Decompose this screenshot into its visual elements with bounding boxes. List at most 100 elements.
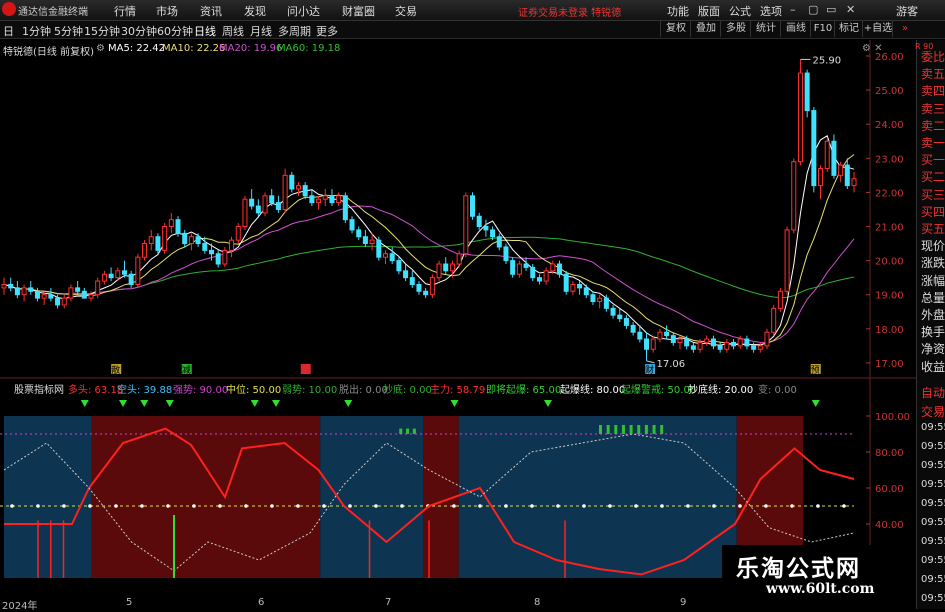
indicator-label-1: 多头: 63.18 xyxy=(68,385,124,396)
mid-dot xyxy=(218,504,222,508)
candle-body xyxy=(557,263,563,275)
panel-lower-item-10: 09:55 xyxy=(921,555,945,566)
price-tick-label: 22.00 xyxy=(875,188,904,199)
indicator-label-10: 起爆线: 80.00 xyxy=(560,385,626,396)
indicator-zone xyxy=(4,416,92,578)
candle-body xyxy=(275,202,281,210)
candle-body xyxy=(818,168,824,187)
price-tick-label: 26.00 xyxy=(875,52,904,63)
candle-body xyxy=(744,338,750,347)
candle-body xyxy=(443,263,449,272)
panel-item-1[interactable]: 委比 xyxy=(921,48,945,65)
candle-body xyxy=(342,195,348,221)
mid-dot xyxy=(270,504,274,508)
indicator-tick-label: 80.00 xyxy=(875,448,904,459)
panel-lower-item-11: 09:55 xyxy=(921,574,945,585)
ma10-line xyxy=(3,154,855,346)
price-tick-label: 19.00 xyxy=(875,291,904,302)
candle-body xyxy=(302,185,308,197)
candle-body xyxy=(516,263,522,275)
candle-body xyxy=(550,263,556,272)
candle-body xyxy=(41,294,47,299)
mid-dot xyxy=(88,504,92,508)
breakout-bar xyxy=(614,425,618,434)
candle-body xyxy=(121,270,127,275)
panel-lower-item-6: 09:55 xyxy=(921,479,945,490)
panel-item-8[interactable]: 买二 xyxy=(921,168,945,185)
panel-item-12[interactable]: 现价 xyxy=(921,237,945,254)
price-tick-label: 17.00 xyxy=(875,359,904,370)
panel-item-10[interactable]: 买四 xyxy=(921,203,945,220)
price-tick-label: 25.00 xyxy=(875,86,904,97)
candle-body xyxy=(382,253,389,258)
indicator-title[interactable]: 股票指标网 xyxy=(14,381,64,396)
mid-dot xyxy=(686,504,690,508)
event-marker-label: 财 xyxy=(645,364,654,376)
panel-item-19[interactable]: 收益 xyxy=(921,358,945,375)
panel-lower-item-3: 09:55 xyxy=(921,422,945,433)
breakout-bar xyxy=(412,428,416,434)
arrow-down-icon xyxy=(344,400,353,407)
panel-item-17[interactable]: 换手 xyxy=(921,323,945,340)
candle-body xyxy=(577,283,583,289)
candle-body xyxy=(530,266,536,279)
event-marker-icon xyxy=(300,364,311,374)
breakout-bar xyxy=(606,425,610,434)
candle-body xyxy=(14,287,20,296)
date-label: 5 xyxy=(126,597,133,608)
candle-body xyxy=(222,249,228,265)
breakout-bar xyxy=(399,428,403,434)
candle-body xyxy=(737,338,743,347)
panel-item-9[interactable]: 买三 xyxy=(921,186,945,203)
panel-item-7[interactable]: 买一 xyxy=(921,151,945,168)
mid-dot xyxy=(348,504,352,508)
candle-body xyxy=(811,110,817,187)
panel-item-6[interactable]: 卖一 xyxy=(921,134,945,151)
candle-body xyxy=(536,277,542,282)
panel-item-3[interactable]: 卖四 xyxy=(921,82,945,99)
arrow-down-icon xyxy=(250,400,259,407)
panel-item-14[interactable]: 涨幅 xyxy=(921,272,945,289)
candle-body xyxy=(175,219,181,234)
candle-body xyxy=(483,226,489,231)
candle-body xyxy=(108,273,114,279)
price-tick-label: 21.00 xyxy=(875,223,904,234)
candle-body xyxy=(623,318,629,326)
mid-dot xyxy=(556,504,560,508)
panel-item-15[interactable]: 总量 xyxy=(921,289,945,306)
breakout-bar xyxy=(637,425,641,434)
candle-body xyxy=(590,294,596,303)
panel-item-13[interactable]: 涨跌 xyxy=(921,254,945,271)
candle-body xyxy=(68,287,74,299)
candle-body xyxy=(831,140,837,176)
mid-dot xyxy=(660,504,664,508)
candle-body xyxy=(824,140,830,170)
candle-body xyxy=(490,229,496,238)
low-price-label: 17.06 xyxy=(657,359,686,370)
panel-item-18[interactable]: 净资 xyxy=(921,340,945,357)
chart-canvas[interactable]: 26.00 25.00 24.00 23.00 22.00 21.00 20.00 19.00… xyxy=(0,0,916,609)
panel-item-2[interactable]: 卖五 xyxy=(921,65,945,82)
candle-body xyxy=(563,273,569,292)
panel-item-5[interactable]: 卖二 xyxy=(921,117,945,134)
indicator-label-5: 弱势: 10.00 xyxy=(282,385,338,396)
watermark-title: 乐淘公式网 xyxy=(736,555,861,582)
candle-body xyxy=(710,338,716,347)
panel-item-16[interactable]: 外盘 xyxy=(921,306,945,323)
candle-body xyxy=(617,314,623,320)
mid-dot xyxy=(530,504,534,508)
panel-item-11[interactable]: 买五 xyxy=(921,220,945,237)
panel-item-4[interactable]: 卖三 xyxy=(921,100,945,117)
panel-lower-item-4: 09:55 xyxy=(921,441,945,452)
arrow-down-icon xyxy=(544,400,552,407)
candle-body xyxy=(724,341,730,350)
panel-lower-item-12: 09:55 xyxy=(921,593,945,604)
breakout-bar xyxy=(644,425,648,434)
candle-body xyxy=(403,270,409,279)
candle-body xyxy=(215,253,221,265)
candle-body xyxy=(416,283,422,292)
mid-dot xyxy=(452,504,456,508)
mid-dot xyxy=(582,504,586,508)
mid-dot xyxy=(244,504,248,508)
candle-body xyxy=(262,195,268,214)
